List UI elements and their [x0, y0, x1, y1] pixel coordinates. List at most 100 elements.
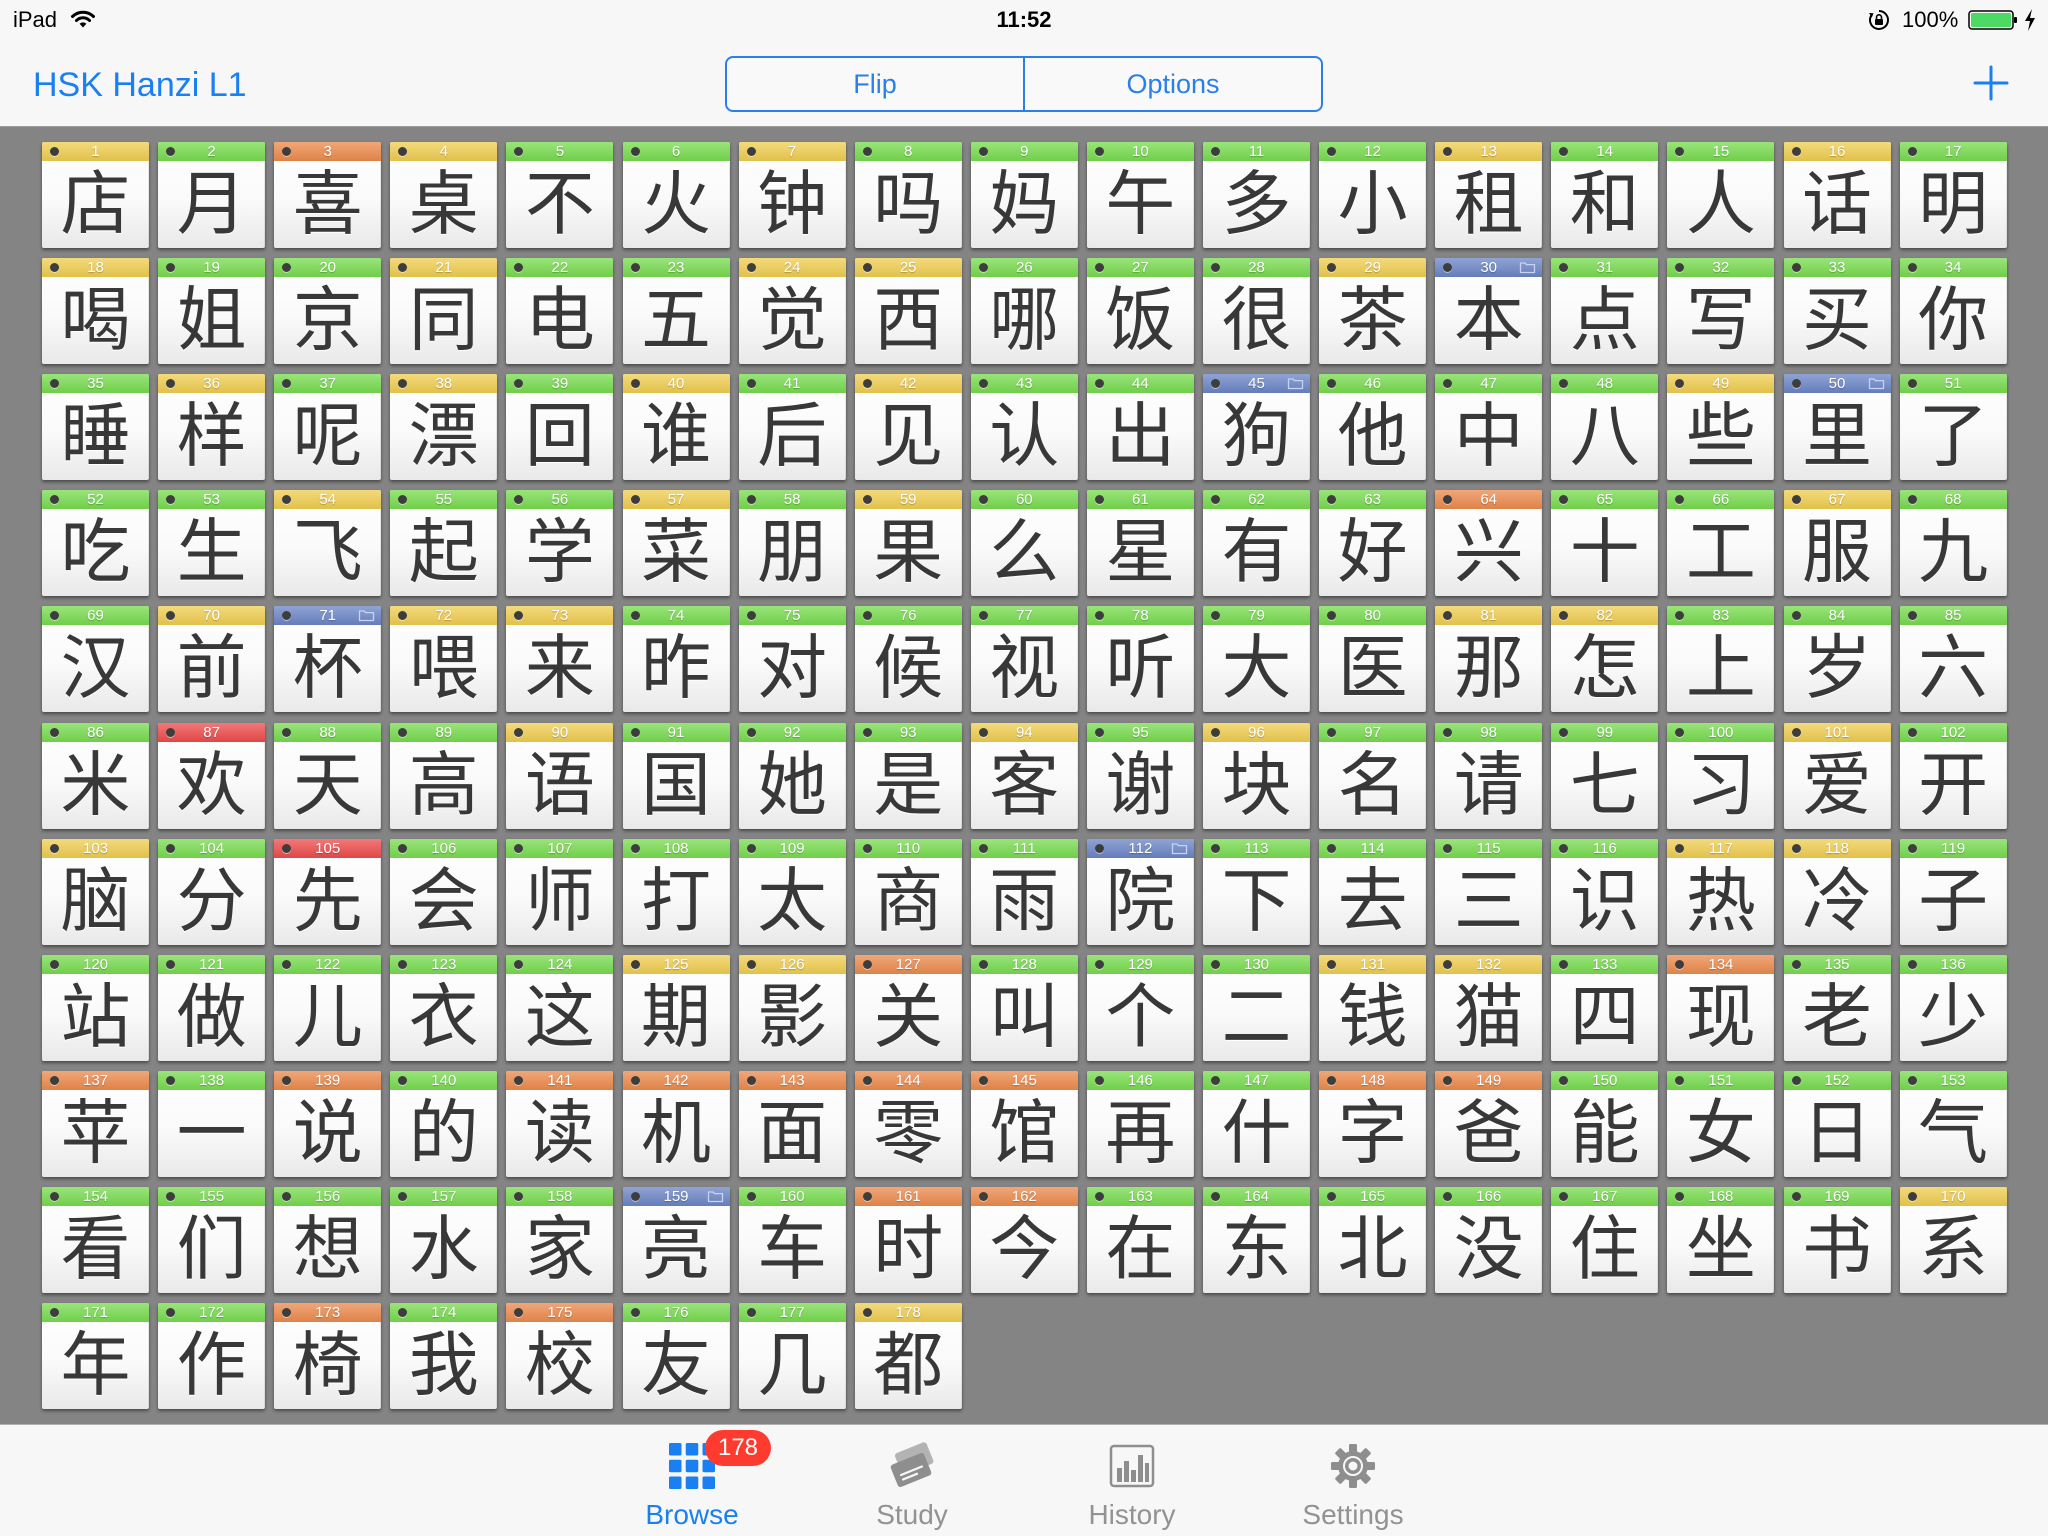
hanzi-card[interactable]: 4桌 — [390, 142, 498, 248]
hanzi-card[interactable]: 121 做 — [158, 954, 266, 1061]
hanzi-card[interactable]: 115 三 — [1435, 838, 1543, 945]
hanzi-card[interactable]: 172 作 — [158, 1303, 266, 1409]
hanzi-card[interactable]: 151 女 — [1667, 1070, 1775, 1177]
hanzi-card[interactable]: 159 亮 — [622, 1186, 730, 1293]
hanzi-card[interactable]: 164 东 — [1203, 1186, 1310, 1293]
hanzi-card[interactable]: 154 看 — [42, 1186, 149, 1293]
hanzi-card[interactable]: 74 昨 — [622, 606, 730, 713]
hanzi-card[interactable]: 12 小 — [1319, 142, 1427, 248]
hanzi-card[interactable]: 20 京 — [274, 258, 382, 365]
options-segment[interactable]: Options — [1023, 58, 1321, 110]
flip-segment[interactable]: Flip — [727, 58, 1023, 110]
hanzi-card[interactable]: 85 六 — [1899, 606, 2007, 713]
hanzi-card[interactable]: 93 是 — [854, 722, 962, 829]
tab-study[interactable]: Study — [812, 1425, 1012, 1536]
hanzi-card[interactable]: 62 有 — [1203, 490, 1310, 597]
hanzi-card[interactable]: 137 苹 — [42, 1070, 149, 1177]
hanzi-card[interactable]: 148 字 — [1319, 1070, 1427, 1177]
hanzi-card[interactable]: 61 星 — [1086, 490, 1194, 597]
hanzi-card[interactable]: 152 日 — [1783, 1070, 1891, 1177]
hanzi-card[interactable]: 73 来 — [506, 606, 614, 713]
hanzi-card[interactable]: 177 几 — [738, 1303, 846, 1409]
hanzi-card[interactable]: 22 电 — [506, 258, 614, 365]
hanzi-card[interactable]: 11 多 — [1203, 142, 1310, 248]
hanzi-card[interactable]: 15 人 — [1667, 142, 1775, 248]
hanzi-card[interactable]: 48 八 — [1551, 374, 1659, 481]
hanzi-card[interactable]: 43 认 — [970, 374, 1078, 481]
hanzi-card[interactable]: 117 热 — [1667, 838, 1775, 945]
plus-icon[interactable] — [1972, 64, 2010, 102]
hanzi-card[interactable]: 131 钱 — [1319, 954, 1427, 1061]
hanzi-card[interactable]: 71 杯 — [274, 606, 382, 713]
hanzi-card[interactable]: 156 想 — [274, 1186, 382, 1293]
hanzi-card[interactable]: 38 漂 — [390, 374, 498, 481]
hanzi-card[interactable]: 162 今 — [970, 1186, 1078, 1293]
hanzi-card[interactable]: 55 起 — [390, 490, 498, 597]
hanzi-card[interactable]: 82 怎 — [1551, 606, 1659, 713]
hanzi-card[interactable]: 2月 — [158, 142, 266, 248]
hanzi-card[interactable]: 25 西 — [854, 258, 962, 365]
hanzi-card[interactable]: 35 睡 — [42, 374, 149, 481]
hanzi-card[interactable]: 112 院 — [1086, 838, 1194, 945]
hanzi-card[interactable]: 27 饭 — [1086, 258, 1194, 365]
hanzi-card[interactable]: 29 茶 — [1319, 258, 1427, 365]
hanzi-card[interactable]: 163 在 — [1086, 1186, 1194, 1293]
hanzi-card[interactable]: 116 识 — [1551, 838, 1659, 945]
hanzi-card[interactable]: 161 时 — [854, 1186, 962, 1293]
hanzi-card[interactable]: 81 那 — [1435, 606, 1543, 713]
hanzi-card[interactable]: 126 影 — [738, 954, 846, 1061]
hanzi-card[interactable]: 80 医 — [1319, 606, 1427, 713]
hanzi-card[interactable]: 56 学 — [506, 490, 614, 597]
hanzi-card[interactable]: 83 上 — [1667, 606, 1775, 713]
hanzi-card[interactable]: 17 明 — [1899, 142, 2007, 248]
hanzi-card[interactable]: 5不 — [506, 142, 614, 248]
hanzi-card[interactable]: 42 见 — [854, 374, 962, 481]
hanzi-card[interactable]: 146 再 — [1086, 1070, 1194, 1177]
hanzi-card[interactable]: 30 本 — [1435, 258, 1543, 365]
hanzi-card[interactable]: 78 听 — [1086, 606, 1194, 713]
hanzi-card[interactable]: 125 期 — [622, 954, 730, 1061]
hanzi-card[interactable]: 132 猫 — [1435, 954, 1543, 1061]
hanzi-card[interactable]: 75 对 — [738, 606, 846, 713]
hanzi-card[interactable]: 63 好 — [1319, 490, 1427, 597]
hanzi-card[interactable]: 32 写 — [1667, 258, 1775, 365]
hanzi-card[interactable]: 165 北 — [1319, 1186, 1427, 1293]
hanzi-card[interactable]: 21 同 — [390, 258, 498, 365]
hanzi-card[interactable]: 31 点 — [1551, 258, 1659, 365]
hanzi-card[interactable]: 90 语 — [506, 722, 614, 829]
hanzi-card[interactable]: 133 四 — [1551, 954, 1659, 1061]
hanzi-card[interactable]: 45 狗 — [1203, 374, 1310, 481]
hanzi-card[interactable]: 166 没 — [1435, 1186, 1543, 1293]
hanzi-card[interactable]: 144 零 — [854, 1070, 962, 1177]
hanzi-card[interactable]: 128 叫 — [970, 954, 1078, 1061]
hanzi-card[interactable]: 134 现 — [1667, 954, 1775, 1061]
hanzi-card[interactable]: 109 太 — [738, 838, 846, 945]
hanzi-card[interactable]: 168 坐 — [1667, 1186, 1775, 1293]
hanzi-card[interactable]: 72 喂 — [390, 606, 498, 713]
hanzi-card[interactable]: 19 姐 — [158, 258, 266, 365]
hanzi-card[interactable]: 57 菜 — [622, 490, 730, 597]
hanzi-card[interactable]: 100 习 — [1667, 722, 1775, 829]
hanzi-card[interactable]: 113 下 — [1203, 838, 1310, 945]
hanzi-card[interactable]: 10 午 — [1086, 142, 1194, 248]
hanzi-card[interactable]: 66 工 — [1667, 490, 1775, 597]
hanzi-card[interactable]: 84 岁 — [1783, 606, 1891, 713]
hanzi-card[interactable]: 103 脑 — [42, 838, 149, 945]
hanzi-card[interactable]: 69 汉 — [42, 606, 149, 713]
hanzi-card[interactable]: 41 后 — [738, 374, 846, 481]
hanzi-card[interactable]: 49 些 — [1667, 374, 1775, 481]
hanzi-card[interactable]: 104 分 — [158, 838, 266, 945]
hanzi-card[interactable]: 51 了 — [1899, 374, 2007, 481]
hanzi-card[interactable]: 68 九 — [1899, 490, 2007, 597]
tab-history[interactable]: History — [1032, 1425, 1232, 1536]
hanzi-card[interactable]: 87 欢 — [158, 722, 266, 829]
hanzi-card[interactable]: 160 车 — [738, 1186, 846, 1293]
hanzi-card[interactable]: 18 喝 — [42, 258, 149, 365]
hanzi-card[interactable]: 64 兴 — [1435, 490, 1543, 597]
hanzi-card[interactable]: 119 子 — [1899, 838, 2007, 945]
hanzi-card[interactable]: 98 请 — [1435, 722, 1543, 829]
hanzi-card[interactable]: 6火 — [622, 142, 730, 248]
hanzi-card[interactable]: 150 能 — [1551, 1070, 1659, 1177]
hanzi-card[interactable]: 39 回 — [506, 374, 614, 481]
hanzi-card[interactable]: 40 谁 — [622, 374, 730, 481]
